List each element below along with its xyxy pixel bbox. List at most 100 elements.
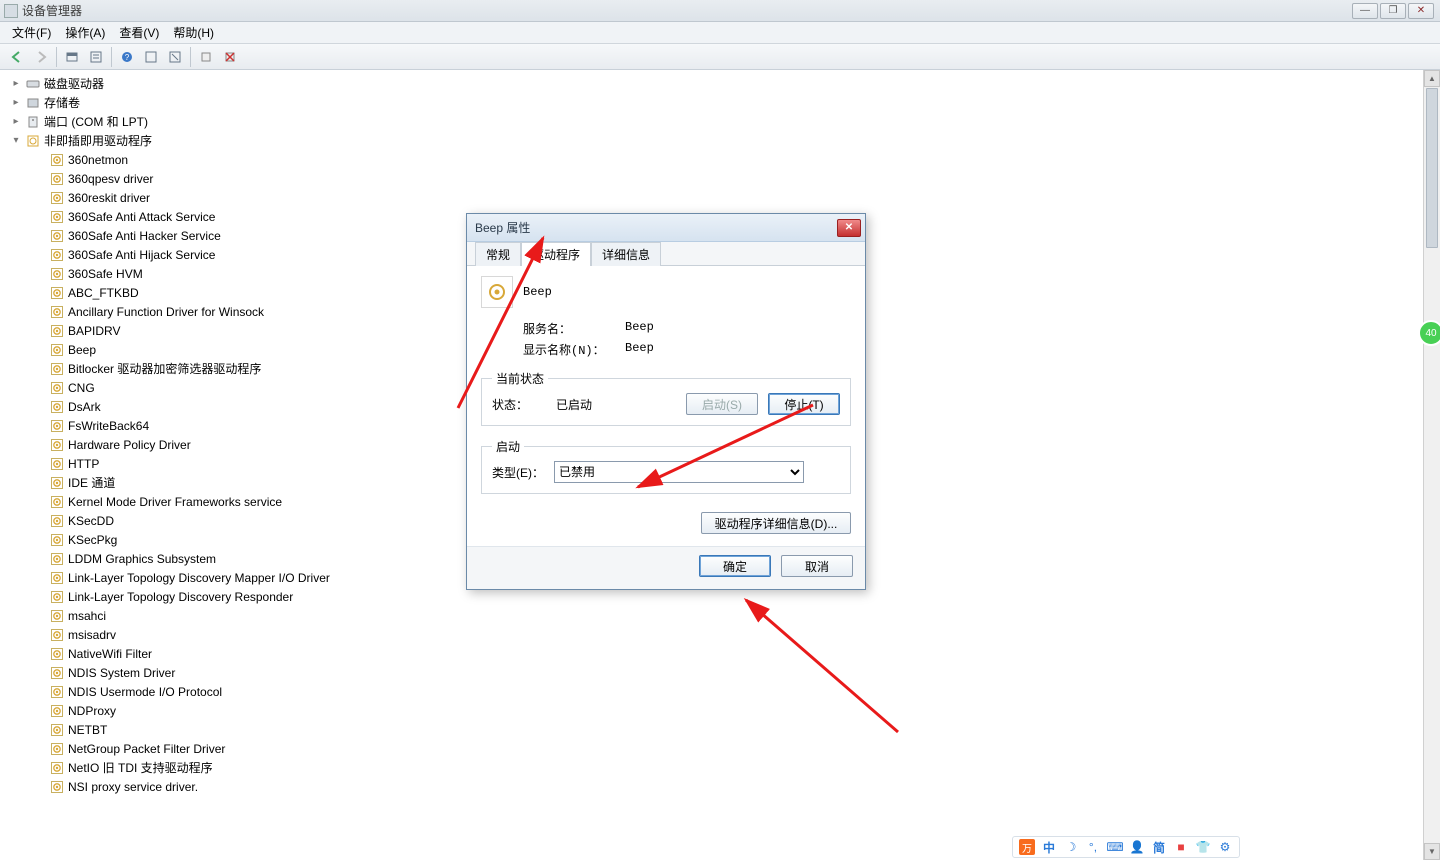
tree-item[interactable]: 360qpesv driver <box>6 169 1440 188</box>
tree-item-label: 360netmon <box>68 153 128 167</box>
status-legend: 当前状态 <box>492 370 548 387</box>
menu-file[interactable]: 文件(F) <box>6 22 57 43</box>
tray-user-icon[interactable]: 👤 <box>1129 839 1145 855</box>
back-button[interactable] <box>6 46 28 68</box>
tree-item[interactable]: NetGroup Packet Filter Driver <box>6 739 1440 758</box>
tree-item-label: NSI proxy service driver. <box>68 780 198 794</box>
tree-item-label: Ancillary Function Driver for Winsock <box>68 305 264 319</box>
scan-button[interactable] <box>140 46 162 68</box>
stop-button[interactable]: 停止(T) <box>768 393 840 415</box>
tree-category[interactable]: ▸存储卷 <box>6 93 1440 112</box>
expander-icon[interactable]: ▾ <box>10 135 22 146</box>
gear-icon <box>50 343 64 357</box>
tray-keyboard-icon[interactable]: ⌨ <box>1107 839 1123 855</box>
tree-item-label: LDDM Graphics Subsystem <box>68 552 216 566</box>
menu-help[interactable]: 帮助(H) <box>167 22 220 43</box>
tree-item-label: Beep <box>68 343 96 357</box>
gear-icon <box>50 191 64 205</box>
menu-action[interactable]: 操作(A) <box>59 22 111 43</box>
gear-icon <box>50 514 64 528</box>
tree-item[interactable]: NDProxy <box>6 701 1440 720</box>
expander-icon[interactable]: ▸ <box>10 78 22 89</box>
driver-details-button[interactable]: 驱动程序详细信息(D)... <box>701 512 851 534</box>
tree-item[interactable]: 360reskit driver <box>6 188 1440 207</box>
tab-driver[interactable]: 驱动程序 <box>521 242 591 266</box>
gear-icon <box>50 210 64 224</box>
dialog-close-button[interactable]: ✕ <box>837 219 861 237</box>
toolbar: ? <box>0 44 1440 70</box>
titlebar: 设备管理器 — ❐ ✕ <box>0 0 1440 22</box>
category-icon <box>26 134 40 148</box>
tree-item[interactable]: NSI proxy service driver. <box>6 777 1440 796</box>
tree-item[interactable]: NDIS System Driver <box>6 663 1440 682</box>
properties-button[interactable] <box>85 46 107 68</box>
device-manager-window: 设备管理器 — ❐ ✕ 文件(F) 操作(A) 查看(V) 帮助(H) ? ▸磁… <box>0 0 1440 860</box>
startup-type-select[interactable]: 已禁用 <box>554 461 804 483</box>
scroll-down-button[interactable]: ▼ <box>1424 843 1440 860</box>
gear-icon <box>50 685 64 699</box>
scroll-thumb[interactable] <box>1426 88 1438 248</box>
tray-settings-icon[interactable]: ⚙ <box>1217 839 1233 855</box>
tree-category[interactable]: ▸磁盘驱动器 <box>6 74 1440 93</box>
tree-item-label: 360reskit driver <box>68 191 150 205</box>
tree-item[interactable]: 360netmon <box>6 150 1440 169</box>
update-driver-button[interactable] <box>195 46 217 68</box>
help-button[interactable]: ? <box>116 46 138 68</box>
expander-icon[interactable]: ▸ <box>10 97 22 108</box>
device-header-label: Beep <box>523 285 552 299</box>
dialog-titlebar[interactable]: Beep 属性 ✕ <box>467 214 865 242</box>
tree-item-label: msahci <box>68 609 106 623</box>
cancel-button[interactable]: 取消 <box>781 555 853 577</box>
tray-icon-logo[interactable]: 万 <box>1019 839 1035 855</box>
tree-item-label: NetGroup Packet Filter Driver <box>68 742 225 756</box>
vertical-scrollbar[interactable]: ▲ ▼ <box>1423 70 1440 860</box>
tree-item[interactable]: NetIO 旧 TDI 支持驱动程序 <box>6 758 1440 777</box>
tree-item-label: 360qpesv driver <box>68 172 153 186</box>
gear-icon <box>50 400 64 414</box>
tree-item[interactable]: NDIS Usermode I/O Protocol <box>6 682 1440 701</box>
type-label: 类型(E)： <box>492 464 544 481</box>
tab-general[interactable]: 常规 <box>475 242 521 266</box>
tree-item[interactable]: NativeWifi Filter <box>6 644 1440 663</box>
tree-item[interactable]: NETBT <box>6 720 1440 739</box>
close-button[interactable]: ✕ <box>1408 3 1434 19</box>
minimize-button[interactable]: — <box>1352 3 1378 19</box>
maximize-button[interactable]: ❐ <box>1380 3 1406 19</box>
tree-category[interactable]: ▾非即插即用驱动程序 <box>6 131 1440 150</box>
menubar: 文件(F) 操作(A) 查看(V) 帮助(H) <box>0 22 1440 44</box>
tray-shirt-icon[interactable]: 👕 <box>1195 839 1211 855</box>
gear-icon <box>50 590 64 604</box>
menu-view[interactable]: 查看(V) <box>113 22 165 43</box>
service-name-value: Beep <box>625 320 654 337</box>
gear-icon <box>50 286 64 300</box>
show-hidden-button[interactable] <box>61 46 83 68</box>
gear-icon <box>50 248 64 262</box>
tree-item-label: Link-Layer Topology Discovery Responder <box>68 590 293 604</box>
tray-camera-icon[interactable]: ■ <box>1173 839 1189 855</box>
uninstall-button[interactable] <box>219 46 241 68</box>
tray-punct-icon[interactable]: °, <box>1085 839 1101 855</box>
refresh-button[interactable] <box>164 46 186 68</box>
tab-details[interactable]: 详细信息 <box>591 242 661 266</box>
forward-button[interactable] <box>30 46 52 68</box>
gear-icon <box>50 438 64 452</box>
tray-moon-icon[interactable]: ☽ <box>1063 839 1079 855</box>
gear-icon <box>50 742 64 756</box>
start-button[interactable]: 启动(S) <box>686 393 758 415</box>
tree-item[interactable]: msisadrv <box>6 625 1440 644</box>
gear-icon <box>50 704 64 718</box>
side-badge[interactable]: 40 <box>1418 320 1440 346</box>
scroll-up-button[interactable]: ▲ <box>1424 70 1440 87</box>
expander-icon[interactable]: ▸ <box>10 116 22 127</box>
properties-dialog: Beep 属性 ✕ 常规 驱动程序 详细信息 Beep 服务名： Beep 显示… <box>466 213 866 590</box>
ok-button[interactable]: 确定 <box>699 555 771 577</box>
tree-item-label: ABC_FTKBD <box>68 286 139 300</box>
category-icon <box>26 96 40 110</box>
tray-ime-simp[interactable]: 简 <box>1151 839 1167 855</box>
tray-ime-lang[interactable]: 中 <box>1041 839 1057 855</box>
tree-category[interactable]: ▸端口 (COM 和 LPT) <box>6 112 1440 131</box>
gear-icon <box>50 571 64 585</box>
tree-item-label: NDProxy <box>68 704 116 718</box>
gear-icon <box>50 666 64 680</box>
tree-item[interactable]: msahci <box>6 606 1440 625</box>
